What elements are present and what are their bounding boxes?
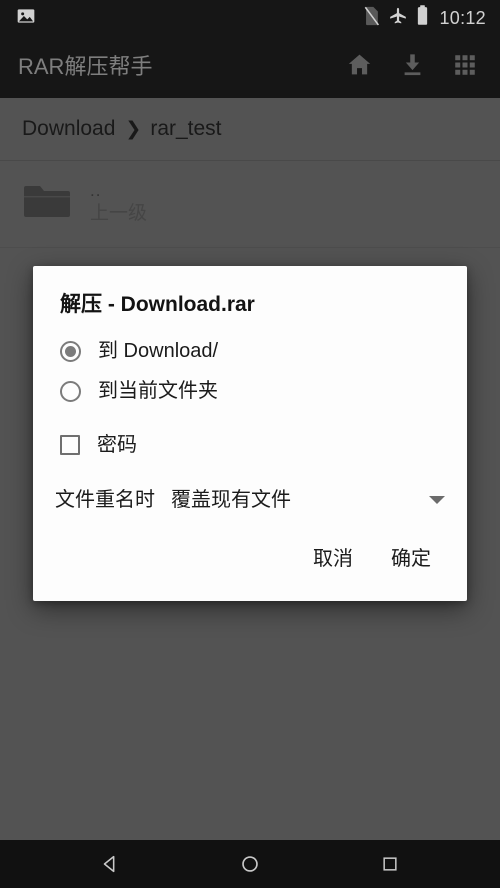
apps-grid-icon[interactable] — [452, 52, 478, 83]
radio-option-label: 到当前文件夹 — [98, 380, 218, 403]
breadcrumb-item-current[interactable]: rar_test — [150, 117, 221, 141]
home-circle-icon[interactable] — [220, 840, 280, 888]
app-bar-actions — [346, 51, 484, 83]
list-item-name: .. — [90, 181, 102, 200]
dialog-title: 解压 - Download.rar — [60, 293, 255, 316]
conflict-policy-value: 覆盖现有文件 — [171, 489, 291, 512]
folder-icon — [22, 182, 72, 227]
battery-icon — [416, 5, 429, 31]
list-row-divider — [0, 247, 500, 248]
dialog-button-bar: 取消 确定 — [33, 523, 467, 593]
app-title: RAR解压帮手 — [18, 54, 153, 79]
radio-unselected-icon[interactable] — [60, 380, 81, 402]
checkbox-unchecked-icon[interactable] — [60, 435, 80, 456]
phone-screen: 10:12 RAR解压帮手 Download ❯ rar_test .. 上一级… — [0, 0, 500, 888]
password-checkbox-label: 密码 — [97, 434, 137, 457]
conflict-policy-caption: 文件重名时 — [55, 489, 155, 512]
home-icon[interactable] — [346, 51, 373, 83]
password-checkbox-row[interactable]: 密码 — [33, 425, 467, 465]
back-triangle-icon[interactable] — [80, 840, 140, 888]
dropdown-caret-icon[interactable] — [429, 496, 445, 505]
radio-option-download-folder[interactable]: 到 Download/ — [33, 331, 467, 371]
cancel-button[interactable]: 取消 — [299, 541, 367, 577]
breadcrumb-item-root[interactable]: Download — [22, 117, 115, 141]
breadcrumb: Download ❯ rar_test — [0, 98, 500, 160]
radio-selected-icon[interactable] — [60, 340, 81, 362]
list-item-texts: .. 上一级 — [90, 182, 147, 226]
no-sim-icon — [363, 6, 380, 31]
app-bar: RAR解压帮手 — [0, 36, 500, 98]
radio-dot — [65, 345, 76, 357]
photo-icon — [16, 6, 36, 31]
radio-option-current-folder[interactable]: 到当前文件夹 — [33, 371, 467, 411]
list-item[interactable]: .. 上一级 — [0, 161, 500, 247]
confirm-button[interactable]: 确定 — [377, 541, 445, 577]
conflict-policy-spinner[interactable]: 文件重名时 覆盖现有文件 — [33, 477, 467, 523]
status-bar: 10:12 — [0, 0, 500, 36]
recents-square-icon[interactable] — [360, 840, 420, 888]
list-item-subtitle: 上一级 — [90, 203, 148, 224]
download-icon[interactable] — [399, 51, 426, 83]
extract-dialog: 解压 - Download.rar 到 Download/ 到当前文件夹 密码 … — [33, 266, 467, 602]
chevron-right-icon: ❯ — [125, 118, 142, 140]
radio-option-label: 到 Download/ — [98, 340, 219, 363]
status-bar-notifications — [16, 6, 36, 31]
status-bar-clock: 10:12 — [439, 8, 486, 28]
android-nav-bar — [0, 840, 500, 888]
status-bar-system-icons: 10:12 — [363, 5, 486, 31]
airplane-mode-icon — [388, 6, 408, 31]
